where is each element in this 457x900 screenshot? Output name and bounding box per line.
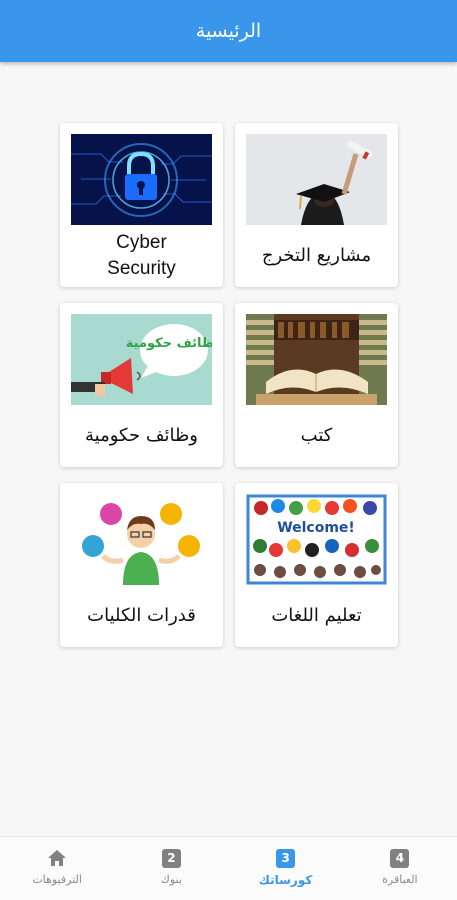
number-2-icon: 2 [161, 848, 181, 868]
nav-label: كورساتك [258, 873, 313, 887]
nav-label: الترفيوهات [32, 873, 82, 886]
books-image [246, 314, 387, 405]
card-label: قدرات الكليات [87, 605, 196, 626]
card-label: وظائف حكومية [85, 425, 198, 446]
nav-item-entertainment[interactable]: الترفيوهات [0, 837, 114, 900]
card-college-aptitude[interactable]: قدرات الكليات [60, 483, 223, 647]
nav-item-courses[interactable]: 3 كورساتك [229, 837, 343, 900]
image-caption: Welcome! [277, 520, 355, 536]
card-label: مشاريع التخرج [261, 245, 372, 266]
student-juggling-image [71, 494, 212, 585]
card-graduation-projects[interactable]: مشاريع التخرج [235, 123, 398, 287]
graduation-cap-image [246, 134, 387, 225]
card-label: Cyber Security [107, 232, 176, 279]
number-4-icon: 4 [390, 848, 410, 868]
page-title: الرئيسية [195, 20, 262, 42]
image-caption: وظائف حكومية [126, 336, 212, 351]
nav-item-banks[interactable]: 2 بنوك [114, 837, 228, 900]
number-3-icon: 3 [276, 848, 296, 868]
megaphone-jobs-image: وظائف حكومية [71, 314, 212, 405]
card-government-jobs[interactable]: وظائف حكومية وظائف حكومية [60, 303, 223, 467]
nav-item-geniuses[interactable]: 4 العباقرة [343, 837, 457, 900]
nav-label: بنوك [160, 873, 182, 886]
card-label: كتب [300, 425, 333, 446]
card-books[interactable]: كتب [235, 303, 398, 467]
home-icon [47, 848, 67, 868]
app-bar: الرئيسية [0, 0, 457, 62]
card-language-learning[interactable]: Welcome! تعليم اللغات [235, 483, 398, 647]
cyber-lock-image [71, 134, 212, 225]
card-cyber-security[interactable]: Cyber Security [60, 123, 223, 287]
card-label: تعليم اللغات [271, 605, 362, 626]
bottom-navigation: الترفيوهات 2 بنوك 3 كورساتك 4 العباقرة [0, 836, 457, 900]
language-flags-image: Welcome! [246, 494, 387, 585]
nav-label: العباقرة [382, 873, 418, 886]
